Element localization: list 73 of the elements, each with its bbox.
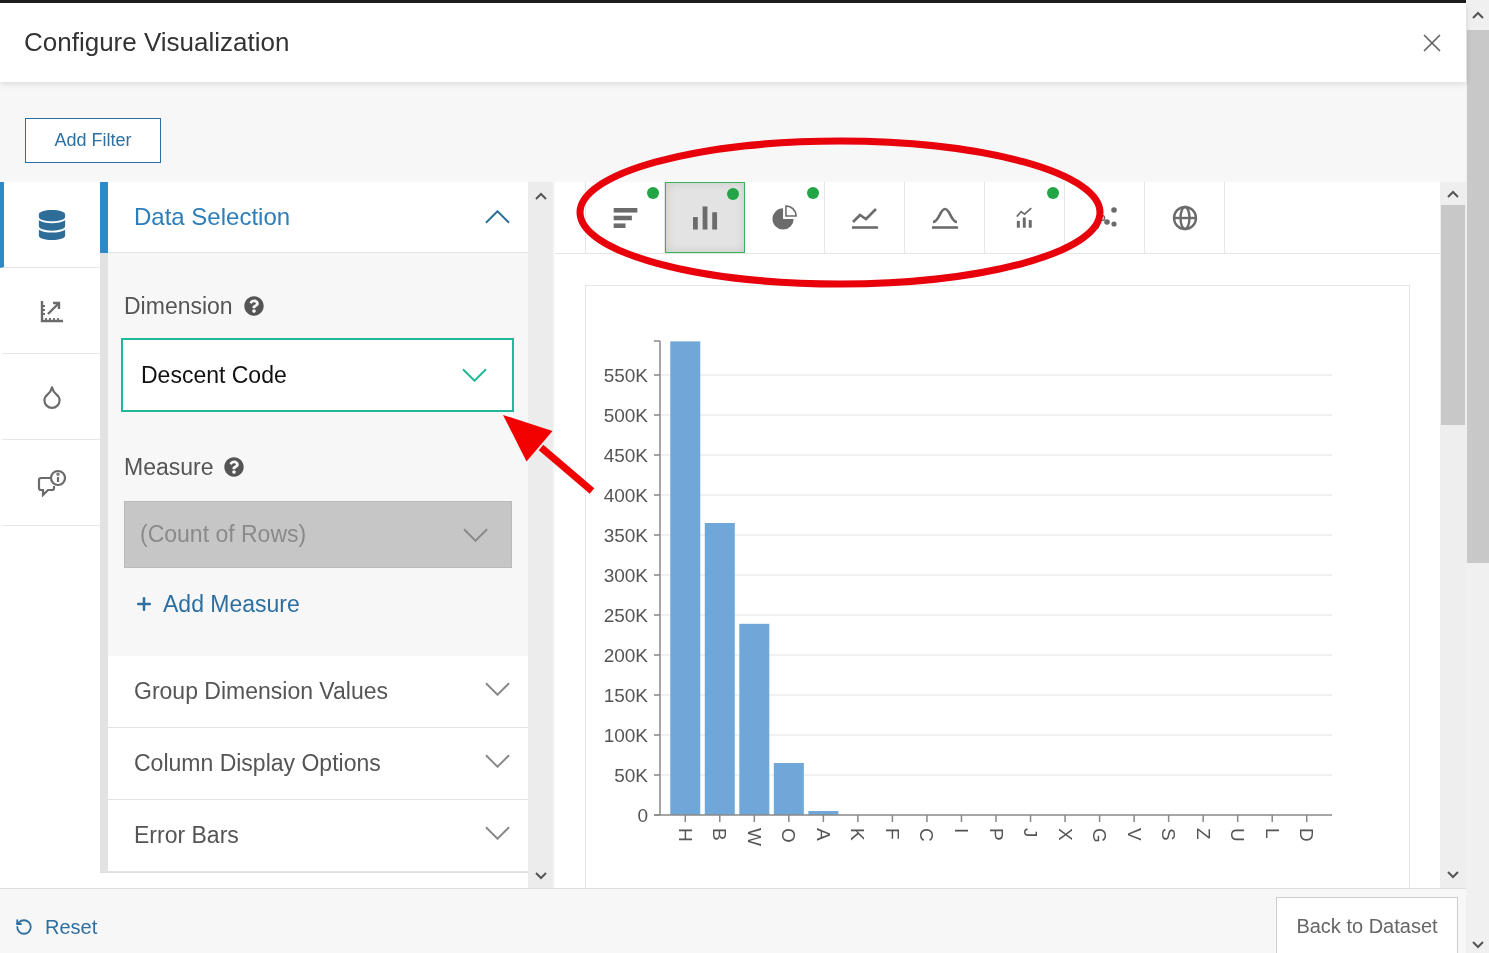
chevron-down-icon — [462, 368, 487, 382]
bar — [773, 763, 804, 815]
axis-label: 150K — [603, 684, 648, 706]
add-measure-link[interactable]: Add Measure — [134, 591, 300, 617]
bar-line-chart-icon — [1016, 207, 1033, 228]
bar-chart-icon — [692, 205, 718, 230]
back-to-dataset-button[interactable]: Back to Dataset — [1276, 897, 1458, 953]
axis-label: 500K — [603, 404, 648, 426]
axis-label: W — [743, 828, 765, 846]
axis-label: A — [812, 828, 834, 841]
axis-label: 350K — [603, 524, 648, 546]
scrollbar[interactable] — [1466, 0, 1489, 953]
scrollbar-thumb[interactable] — [1466, 30, 1489, 563]
axis-label: V — [1123, 828, 1145, 841]
axis-label: L — [1261, 828, 1283, 839]
field-label: Dimension — [124, 291, 233, 321]
dialog-title: Configure Visualization — [24, 26, 290, 59]
scrollbar-thumb[interactable] — [1441, 205, 1465, 425]
axis-label: J — [1020, 828, 1042, 838]
axis-label: U — [1227, 828, 1249, 842]
scroll-down-icon[interactable] — [1447, 871, 1459, 879]
accordion-header[interactable]: Error Bars — [108, 800, 528, 872]
globe-icon — [1171, 204, 1198, 231]
axis-label: K — [847, 828, 869, 841]
scrollbar[interactable] — [1440, 182, 1466, 888]
accordion-header[interactable]: Group Dimension Values — [108, 656, 528, 728]
scroll-down-icon[interactable] — [534, 872, 547, 880]
axis-label: 50K — [614, 764, 648, 786]
axis-label: 250K — [603, 604, 648, 626]
pie-chart-icon — [772, 205, 797, 230]
bell-curve-icon — [930, 206, 959, 229]
plus-icon — [134, 594, 154, 614]
axis-label: H — [674, 828, 696, 842]
axis-label: 400K — [603, 484, 648, 506]
undo-icon — [15, 918, 33, 936]
help-icon[interactable] — [243, 296, 264, 316]
axis-label: 300K — [603, 564, 648, 586]
axis-label: 200K — [603, 644, 648, 666]
accordion-header[interactable]: Column Display Options — [108, 728, 528, 800]
scrollbar[interactable] — [528, 182, 553, 888]
help-icon[interactable] — [224, 457, 245, 477]
axis-label: Z — [1192, 828, 1214, 840]
axis-label: 100K — [603, 724, 648, 746]
axis-label: 550K — [603, 364, 648, 386]
reset-link[interactable]: Reset — [15, 912, 98, 942]
scroll-up-icon[interactable] — [1447, 189, 1459, 198]
sidebar-tab[interactable] — [0, 182, 100, 268]
axis-label: 450K — [603, 444, 648, 466]
add-filter-button[interactable]: Add Filter — [25, 118, 161, 163]
axis-label: F — [881, 828, 903, 840]
axis-label: I — [950, 828, 972, 834]
database-icon — [38, 209, 66, 240]
axis-label: D — [1296, 828, 1318, 842]
chart-type-button[interactable] — [665, 182, 745, 253]
scroll-down-icon[interactable] — [1471, 941, 1484, 949]
axis-label: X — [1054, 828, 1076, 841]
axis-label: P — [985, 828, 1007, 841]
accordion-header[interactable]: Data Selection — [108, 182, 528, 253]
field-label: Measure — [124, 452, 214, 482]
axis-label: C — [916, 828, 938, 842]
axis-label: G — [1089, 828, 1111, 843]
axis-label: S — [1158, 828, 1180, 841]
dimension-dropdown[interactable]: Descent Code — [121, 338, 514, 412]
axis-label: 0 — [637, 804, 648, 826]
line-chart-icon — [850, 206, 879, 229]
scroll-up-icon[interactable] — [534, 192, 547, 200]
axis-label: B — [709, 828, 731, 841]
axis-label: O — [778, 828, 800, 843]
bar — [808, 811, 839, 815]
comment-info-icon — [37, 468, 67, 497]
horizontal-bar-chart-icon — [612, 207, 638, 228]
scroll-up-icon[interactable] — [1471, 11, 1484, 19]
chevron-down-icon — [463, 527, 488, 542]
